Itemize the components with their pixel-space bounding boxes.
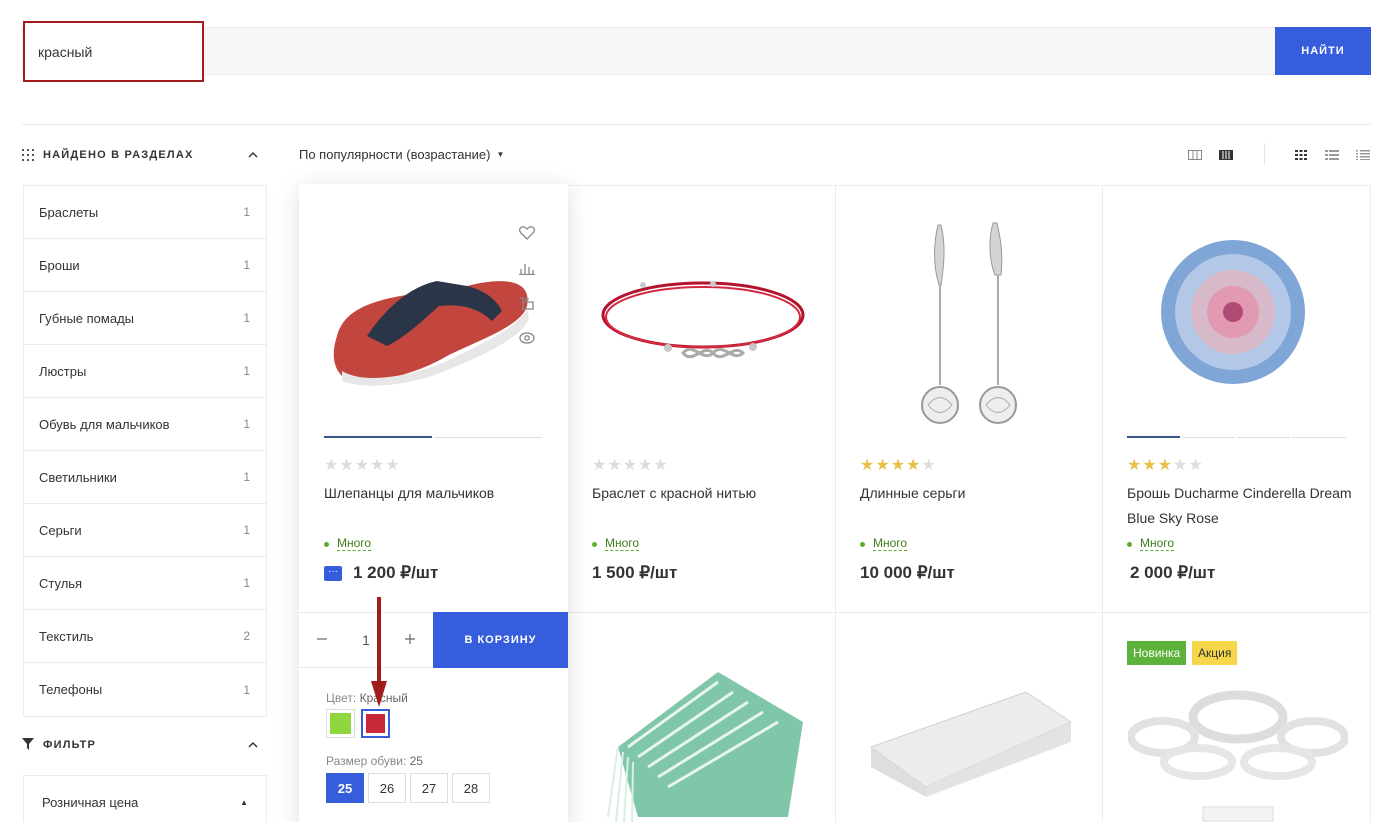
product-card-earrings[interactable]: ★★★★★ Длинные серьги Много 10 000 ₽/шт <box>835 185 1103 613</box>
stock-status: Много <box>1127 537 1175 551</box>
product-name[interactable]: Браслет с красной нитью <box>592 481 822 506</box>
product-card-towel[interactable] <box>835 612 1103 822</box>
product-name[interactable]: Шлепанцы для мальчиков <box>324 481 554 506</box>
filter-header[interactable]: ФИЛЬТР <box>22 735 258 755</box>
product-image <box>921 222 1017 424</box>
rating-stars: ★★★★★ <box>592 457 669 474</box>
rating-stars: ★★★★★ <box>860 457 937 474</box>
category-item-lipsticks[interactable]: Губные помады 1 <box>24 292 266 345</box>
product-image <box>869 691 1073 797</box>
sections-header[interactable]: НАЙДЕНО В РАЗДЕЛАХ <box>22 145 258 165</box>
badge-new: Новинка <box>1127 641 1187 665</box>
size-option-28[interactable]: 28 <box>452 773 490 803</box>
category-list: Браслеты 1 Броши 1 Губные помады 1 Люстры 1 … <box>23 185 267 717</box>
image-slider-segment[interactable] <box>1182 437 1235 438</box>
grid-view-icon[interactable] <box>1294 148 1308 160</box>
view-separator <box>1264 143 1265 165</box>
category-item-bracelets[interactable]: Браслеты 1 <box>24 186 266 239</box>
search-bar: НАЙТИ <box>22 21 1371 82</box>
product-card-blanket[interactable] <box>567 612 836 822</box>
product-image <box>1128 690 1348 822</box>
stock-status: Много <box>592 537 640 551</box>
product-price: 2 000 ₽/шт <box>1130 563 1216 582</box>
image-slider-segment[interactable] <box>1292 437 1346 438</box>
compare-icon[interactable] <box>518 259 535 276</box>
more-options-icon[interactable]: ··· <box>324 566 342 581</box>
product-name[interactable]: Длинные серьги <box>860 481 1090 506</box>
size-option-25[interactable]: 25 <box>326 773 364 803</box>
category-item-phones[interactable]: Телефоны 1 <box>24 663 266 716</box>
size-option-27[interactable]: 27 <box>410 773 448 803</box>
three-columns-icon[interactable] <box>1188 148 1202 160</box>
color-swatch-green[interactable] <box>326 709 355 738</box>
add-to-cart-button[interactable]: В КОРЗИНУ <box>433 612 568 668</box>
filter-title: ФИЛЬТР <box>43 739 97 751</box>
product-card-flipflops[interactable]: ★★★★★ Шлепанцы для мальчиков Много ··· 1… <box>299 184 568 822</box>
filter-icon <box>22 737 34 753</box>
chevron-up-icon[interactable] <box>248 147 258 161</box>
minus-icon[interactable] <box>316 632 328 648</box>
rating-stars: ★★★★★ <box>1127 457 1204 474</box>
product-name[interactable]: Брошь Ducharme Cinderella Dream Blue Sky… <box>1127 481 1357 531</box>
product-price: 1 200 ₽/шт <box>353 563 439 582</box>
quick-view-icon[interactable] <box>518 329 535 346</box>
layout-toggles <box>1294 148 1370 160</box>
size-label: Размер обуви: 25 <box>326 754 423 768</box>
grid-dots-icon <box>22 149 34 161</box>
category-item-chandeliers[interactable]: Люстры 1 <box>24 345 266 398</box>
cart-add-icon[interactable] <box>518 294 535 311</box>
quantity-stepper[interactable]: 1 <box>299 612 433 668</box>
search-input[interactable] <box>23 21 204 82</box>
product-price: 1 500 ₽/шт <box>592 563 678 582</box>
category-item-chairs[interactable]: Стулья 1 <box>24 557 266 610</box>
column-view-toggles <box>1188 148 1233 160</box>
rating-stars: ★★★★★ <box>324 457 401 474</box>
product-image <box>1161 240 1305 384</box>
stock-status: Много <box>860 537 908 551</box>
color-swatch-red[interactable] <box>361 709 390 738</box>
price-filter[interactable]: Розничная цена ▲ <box>23 775 267 822</box>
annotation-arrow <box>371 597 387 707</box>
sort-dropdown[interactable]: По популярности (возрастание) ▼ <box>299 147 504 162</box>
caret-up-icon: ▲ <box>240 798 248 807</box>
size-option-26[interactable]: 26 <box>368 773 406 803</box>
plus-icon[interactable] <box>404 632 416 648</box>
search-button[interactable]: НАЙТИ <box>1275 27 1371 75</box>
category-item-lamps[interactable]: Светильники 1 <box>24 451 266 504</box>
product-card-chandelier[interactable]: Новинка Акция <box>1102 612 1371 822</box>
category-item-brooches[interactable]: Броши 1 <box>24 239 266 292</box>
product-image <box>601 281 805 359</box>
product-card-brooch[interactable]: ★★★★★ Брошь Ducharme Cinderella Dream Bl… <box>1102 185 1371 613</box>
image-slider-segment-active[interactable] <box>1127 436 1180 438</box>
color-label: Цвет: Красный <box>326 691 408 705</box>
image-slider-segment[interactable] <box>434 437 542 438</box>
list-view-icon[interactable] <box>1325 148 1339 160</box>
table-view-icon[interactable] <box>1356 148 1370 160</box>
category-item-earrings[interactable]: Серьги 1 <box>24 504 266 557</box>
image-slider-segment[interactable] <box>1237 437 1290 438</box>
heart-icon[interactable] <box>518 224 535 241</box>
category-item-boys-shoes[interactable]: Обувь для мальчиков 1 <box>24 398 266 451</box>
badge-sale: Акция <box>1192 641 1238 665</box>
stock-status: Много <box>324 537 372 551</box>
image-slider-segment-active[interactable] <box>324 436 432 438</box>
divider <box>22 124 1371 125</box>
product-image <box>607 672 803 822</box>
price-filter-label: Розничная цена <box>42 795 139 810</box>
category-item-textile[interactable]: Текстиль 2 <box>24 610 266 663</box>
four-columns-icon[interactable] <box>1219 148 1233 160</box>
card-actions <box>518 224 535 346</box>
product-price: 10 000 ₽/шт <box>860 563 955 582</box>
product-image <box>333 281 529 386</box>
chevron-up-icon[interactable] <box>248 737 258 751</box>
product-card-bracelet[interactable]: ★★★★★ Браслет с красной нитью Много 1 50… <box>567 185 836 613</box>
caret-down-icon: ▼ <box>496 150 505 159</box>
sort-label: По популярности (возрастание) <box>299 147 491 162</box>
sections-title: НАЙДЕНО В РАЗДЕЛАХ <box>43 149 194 161</box>
